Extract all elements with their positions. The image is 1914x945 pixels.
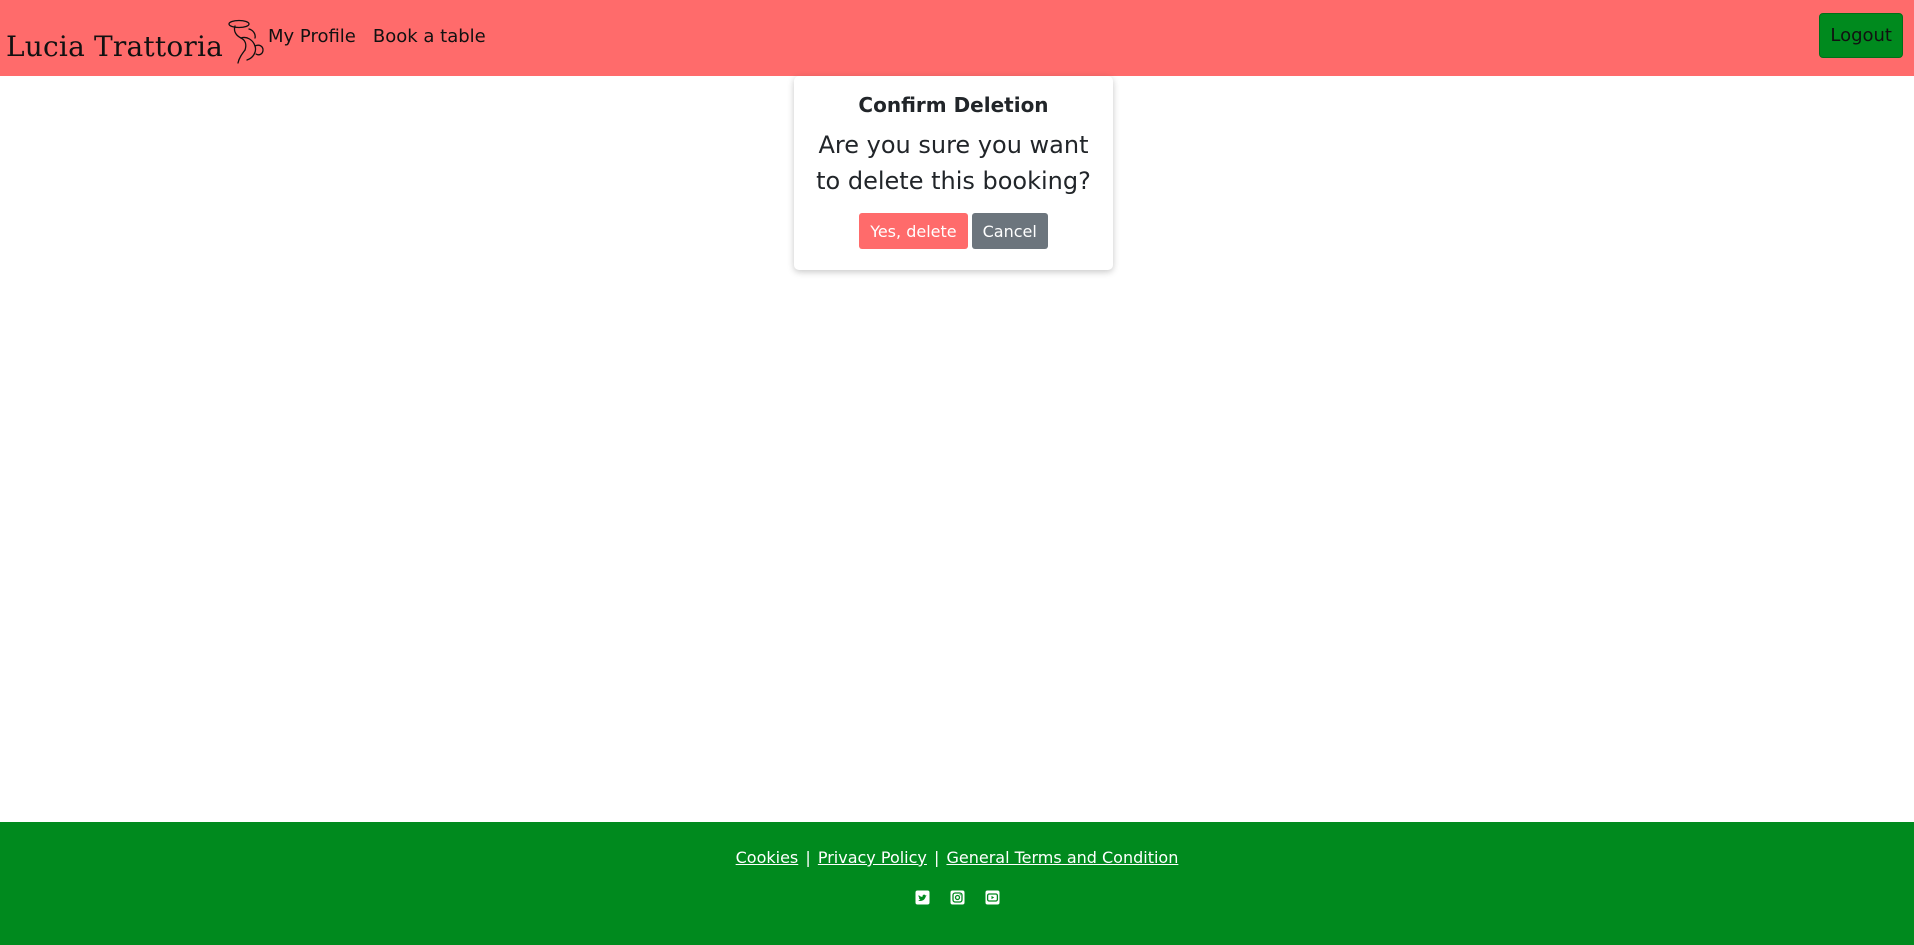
social-links (0, 890, 1914, 905)
youtube-icon[interactable] (985, 890, 1000, 905)
logout-button[interactable]: Logout (1819, 13, 1903, 58)
brand-name: Lucia Trattoria (6, 30, 224, 63)
instagram-icon[interactable] (950, 890, 965, 905)
confirm-deletion-card: Confirm Deletion Are you sure you want t… (794, 76, 1113, 270)
chef-logo-icon (228, 19, 264, 64)
terms-link[interactable]: General Terms and Condition (946, 848, 1178, 867)
footer-links: Cookies | Privacy Policy | General Terms… (0, 848, 1914, 869)
confirm-delete-button[interactable]: Yes, delete (859, 213, 968, 249)
nav-book-a-table[interactable]: Book a table (373, 26, 486, 47)
cookies-link[interactable]: Cookies (736, 848, 799, 867)
dialog-actions: Yes, delete Cancel (794, 213, 1113, 249)
footer-separator: | (933, 848, 940, 867)
privacy-policy-link[interactable]: Privacy Policy (818, 848, 927, 867)
top-navbar: Lucia Trattoria My Profile Book a table … (0, 0, 1914, 76)
page: Lucia Trattoria My Profile Book a table … (0, 0, 1914, 945)
nav-my-profile[interactable]: My Profile (268, 26, 356, 47)
brand-link[interactable]: Lucia Trattoria (6, 10, 267, 66)
footer: Cookies | Privacy Policy | General Terms… (0, 822, 1914, 945)
footer-separator: | (805, 848, 811, 867)
cancel-button[interactable]: Cancel (971, 213, 1048, 249)
twitter-icon[interactable] (915, 890, 930, 905)
dialog-message: Are you sure you want to delete this boo… (816, 131, 1091, 195)
nav-links: My Profile Book a table (268, 0, 486, 72)
dialog-title: Confirm Deletion (858, 93, 1049, 117)
